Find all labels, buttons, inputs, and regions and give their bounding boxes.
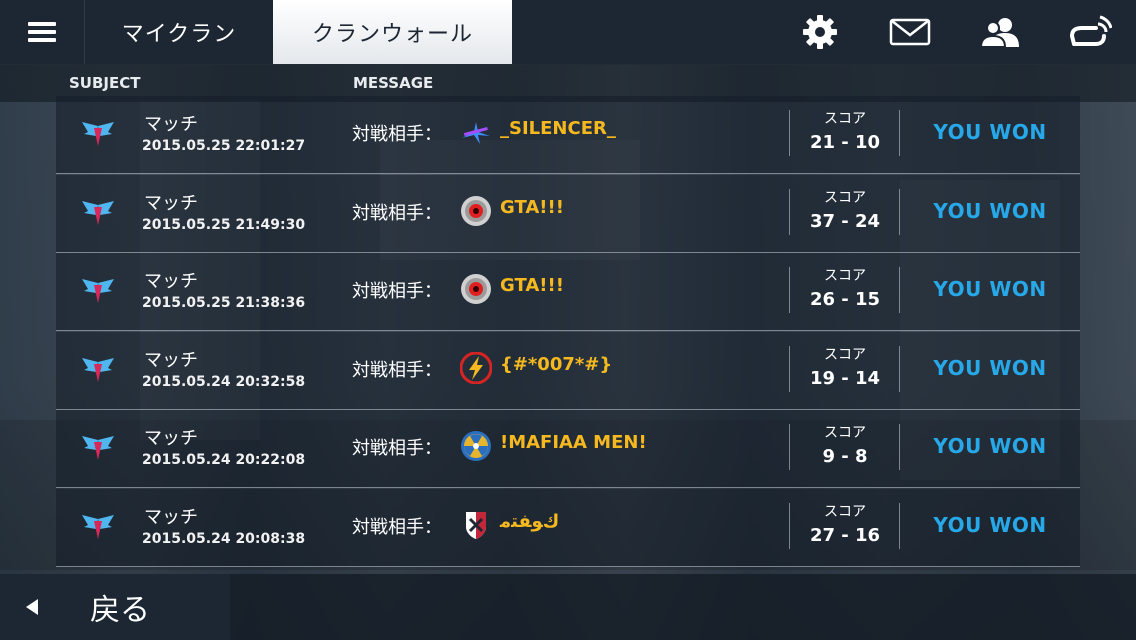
opponent-clan-name[interactable]: _SILENCER_ <box>500 118 616 139</box>
hamburger-menu-icon <box>28 22 56 42</box>
row-date: 2015.05.25 22:01:27 <box>142 138 306 154</box>
divider <box>789 188 790 235</box>
table-row[interactable]: マッチ 2015.05.24 20:22:08 対戦相手： !MAFIAA MEN! ス… <box>56 410 1080 488</box>
sawblade-icon <box>460 273 492 305</box>
opponent-label: 対戦相手： <box>352 516 442 538</box>
opponent-label: 対戦相手： <box>352 359 442 381</box>
wings-emblem-icon <box>80 511 116 541</box>
opponent-clan-name[interactable]: ﻙﻮﻔﺘﻣ <box>500 511 559 532</box>
subject-header: SUBJECT <box>69 74 141 92</box>
row-subject: マッチ <box>144 192 198 214</box>
score-label: スコア <box>824 111 866 127</box>
envelope-icon <box>889 18 931 46</box>
divider <box>899 502 900 549</box>
message-header: MESSAGE <box>353 74 434 92</box>
people-icon <box>979 18 1019 48</box>
top-bar: マイクラン クランウォール <box>0 0 1136 65</box>
row-date: 2015.05.25 21:38:36 <box>142 295 306 311</box>
row-subject: マッチ <box>144 349 198 371</box>
opponent-label: 対戦相手： <box>352 124 442 145</box>
row-subject: マッチ <box>144 428 198 449</box>
match-result: YOU WON <box>933 434 1047 458</box>
divider <box>789 110 790 156</box>
divider <box>899 110 900 156</box>
table-row[interactable]: マッチ 2015.05.25 22:01:27 対戦相手： _SILENCER_ スコア… <box>56 96 1080 174</box>
opponent-clan-name[interactable]: {#*007*#} <box>500 354 612 375</box>
row-subject: マッチ <box>144 114 198 135</box>
score-label: スコア <box>824 268 866 284</box>
row-date: 2015.05.25 21:49:30 <box>142 216 306 233</box>
score-value: 27 - 16 <box>809 524 881 546</box>
friends-button[interactable] <box>960 0 1040 64</box>
divider <box>899 424 900 470</box>
table-row[interactable]: マッチ 2015.05.25 21:38:36 対戦相手： GTA!!! スコア 26 -… <box>56 253 1080 331</box>
divider <box>789 345 790 392</box>
menu-button[interactable] <box>0 0 84 64</box>
row-subject: マッチ <box>144 271 198 292</box>
wings-emblem-icon <box>80 354 116 384</box>
score-label: スコア <box>824 189 866 206</box>
row-subject: マッチ <box>144 506 198 528</box>
table-row[interactable]: マッチ 2015.05.25 21:49:30 対戦相手： GTA!!! スコア 37 -… <box>56 174 1080 253</box>
opponent-clan-name[interactable]: GTA!!! <box>500 275 564 296</box>
back-button[interactable]: 戻る <box>0 574 230 640</box>
match-result: YOU WON <box>933 355 1047 380</box>
wings-emblem-icon <box>80 275 116 305</box>
mail-button[interactable] <box>870 0 950 64</box>
score-value: 26 - 15 <box>809 289 881 310</box>
tab-my-clan[interactable]: マイクラン <box>84 0 273 64</box>
score-value: 37 - 24 <box>809 210 881 232</box>
match-result: YOU WON <box>933 120 1047 144</box>
opponent-clan-name[interactable]: !MAFIAA MEN! <box>500 432 647 453</box>
score-value: 21 - 10 <box>809 132 881 153</box>
back-arrow-icon <box>26 599 38 615</box>
settings-button[interactable] <box>780 0 860 64</box>
network-button[interactable] <box>1050 0 1130 64</box>
wings-emblem-icon <box>80 197 116 227</box>
wings-emblem-icon <box>80 432 116 462</box>
divider <box>899 267 900 313</box>
opponent-label: 対戦相手： <box>352 438 442 459</box>
radiation-icon <box>460 430 492 462</box>
divider <box>789 424 790 470</box>
back-label: 戻る <box>90 593 150 628</box>
score-label: スコア <box>824 503 866 520</box>
divider <box>899 188 900 235</box>
divider <box>789 267 790 313</box>
opponent-label: 対戦相手： <box>352 202 442 224</box>
sawblade-icon <box>460 195 492 227</box>
table-row[interactable]: マッチ 2015.05.24 20:32:58 対戦相手： {#*007*#} スコア 1… <box>56 331 1080 410</box>
match-result: YOU WON <box>933 277 1047 301</box>
lightning-icon <box>459 351 493 384</box>
tab-clan-wall[interactable]: クランウォール <box>273 0 512 64</box>
opponent-clan-name[interactable]: GTA!!! <box>500 197 564 218</box>
shield-icon <box>460 509 492 541</box>
rifle-icon <box>460 116 492 148</box>
row-date: 2015.05.24 20:32:58 <box>142 373 306 390</box>
score-value: 19 - 14 <box>809 367 881 389</box>
gameloft-live-icon <box>1069 15 1112 46</box>
table-row[interactable]: マッチ 2015.05.24 20:08:38 対戦相手： ﻙﻮﻔﺘﻣ スコア 27 - … <box>56 488 1080 567</box>
opponent-label: 対戦相手： <box>352 281 442 302</box>
gear-icon <box>803 15 837 49</box>
score-label: スコア <box>824 425 866 441</box>
score-label: スコア <box>824 346 866 363</box>
row-date: 2015.05.24 20:22:08 <box>142 452 306 468</box>
wings-emblem-icon <box>80 118 116 148</box>
match-result: YOU WON <box>933 512 1047 537</box>
divider <box>789 502 790 549</box>
match-result: YOU WON <box>933 198 1047 223</box>
score-value: 9 - 8 <box>822 446 868 467</box>
divider <box>899 345 900 392</box>
row-date: 2015.05.24 20:08:38 <box>142 530 306 547</box>
